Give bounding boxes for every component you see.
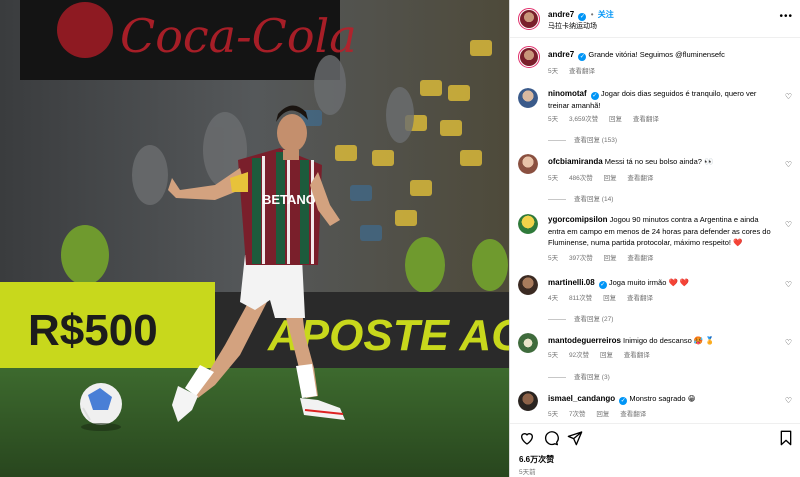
comment-text: Messi tá no seu bolso ainda? 👀: [604, 157, 714, 166]
like-comment-heart-icon[interactable]: ♡: [785, 160, 792, 169]
comment-time[interactable]: 5天: [548, 255, 558, 262]
comment-time[interactable]: 4天: [548, 295, 558, 302]
comment-item: mantodeguerreiros Inimigo do descanso 🥵 …: [510, 333, 800, 383]
comment-username[interactable]: mantodeguerreiros: [548, 336, 621, 345]
comment-likes[interactable]: 3,659次赞: [569, 116, 598, 123]
post-image: Coca-Cola R$500 APOSTE A BETANO: [0, 0, 509, 477]
like-comment-heart-icon[interactable]: ♡: [785, 338, 792, 347]
comment-username[interactable]: ninomotaf: [548, 89, 587, 98]
reply-button[interactable]: 回复: [604, 255, 617, 262]
verified-badge-icon: ✓: [578, 53, 587, 61]
comment-item: martinelli.08 ✓ Joga muito irmão ❤️ ❤️ 4…: [510, 275, 800, 325]
comment-avatar[interactable]: [518, 154, 538, 174]
more-options-icon[interactable]: •••: [779, 11, 793, 22]
comment-likes[interactable]: 92次赞: [569, 352, 589, 359]
follow-button[interactable]: 关注: [598, 10, 614, 19]
translate-link[interactable]: 查看翻译: [633, 116, 659, 123]
post-timestamp[interactable]: 5天前: [519, 466, 536, 476]
view-replies-button[interactable]: 查看回复 (3): [548, 371, 610, 381]
verified-badge-icon: ✓: [578, 13, 587, 21]
reply-button[interactable]: 回复: [604, 175, 617, 182]
comment-time[interactable]: 5天: [548, 411, 558, 418]
comment-likes[interactable]: 811次赞: [569, 295, 592, 302]
reply-button[interactable]: 回复: [603, 295, 616, 302]
post-likes-count[interactable]: 6.6万次赞: [519, 454, 554, 465]
location-link[interactable]: 马拉卡纳运动场: [548, 21, 597, 31]
post-photo[interactable]: Coca-Cola R$500 APOSTE A BETANO: [0, 0, 509, 477]
comment-username[interactable]: ofcbiamiranda: [548, 157, 603, 166]
comment-avatar[interactable]: [518, 88, 538, 108]
separator-dot: •: [590, 10, 594, 19]
verified-badge-icon: ✓: [619, 397, 628, 405]
ad-board-left: R$500: [28, 306, 158, 355]
reply-button[interactable]: 回复: [596, 411, 609, 418]
comment-bubble-icon[interactable]: [543, 430, 559, 446]
caption-time[interactable]: 5天: [548, 68, 558, 75]
comment-item: ninomotaf ✓ Jogar dois dias seguidos é t…: [510, 86, 800, 146]
caption: andre7 ✓ Grande vitória! Seguimos @flumi…: [510, 45, 800, 75]
reply-button[interactable]: 回复: [600, 352, 613, 359]
translate-link[interactable]: 查看翻译: [627, 295, 653, 302]
comment-avatar[interactable]: [518, 333, 538, 353]
comment-time[interactable]: 5天: [548, 175, 558, 182]
comment-text: Joga muito irmão ❤️ ❤️: [608, 278, 690, 287]
translate-link[interactable]: 查看翻译: [624, 352, 650, 359]
post-header: andre7 ✓ • 关注 马拉卡纳运动场 •••: [510, 0, 800, 38]
verified-badge-icon: ✓: [598, 281, 607, 289]
sponsor-text: BETANO: [262, 192, 316, 207]
comment-likes[interactable]: 397次赞: [569, 255, 593, 262]
comment-likes[interactable]: 486次赞: [569, 175, 593, 182]
translate-link[interactable]: 查看翻译: [627, 175, 653, 182]
comment-item: ofcbiamiranda Messi tá no seu bolso aind…: [510, 154, 800, 204]
comment-username[interactable]: martinelli.08: [548, 278, 595, 287]
caption-author[interactable]: andre7: [548, 50, 574, 59]
comment-item: ismael_candango ✓ Monstro sagrado 😁 5天 7…: [510, 391, 800, 421]
caption-text: Grande vitória! Seguimos @fluminensefc: [588, 50, 725, 59]
share-send-icon[interactable]: [567, 430, 583, 446]
post-actions: 6.6万次赞 5天前: [510, 423, 800, 477]
comment-text: Monstro sagrado 😁: [629, 394, 696, 403]
comment-time[interactable]: 5天: [548, 116, 558, 123]
comment-text: Inimigo do descanso 🥵 🏅: [623, 336, 715, 345]
comment-item: ygorcomipsilon Jogou 90 minutos contra a…: [510, 212, 800, 264]
comment-avatar[interactable]: [518, 275, 538, 295]
comment-time[interactable]: 5天: [548, 352, 558, 359]
comment-avatar[interactable]: [518, 214, 538, 234]
translate-link[interactable]: 查看翻译: [627, 255, 653, 262]
save-bookmark-icon[interactable]: [778, 430, 794, 446]
like-comment-heart-icon[interactable]: ♡: [785, 396, 792, 405]
reply-button[interactable]: 回复: [609, 116, 622, 123]
like-comment-heart-icon[interactable]: ♡: [785, 220, 792, 229]
banner-text: Coca-Cola: [120, 9, 357, 63]
post-modal: Coca-Cola R$500 APOSTE A BETANO andre7 ✓…: [0, 0, 800, 477]
caption-translate-link[interactable]: 查看翻译: [569, 68, 595, 75]
comment-username[interactable]: ygorcomipsilon: [548, 215, 608, 224]
translate-link[interactable]: 查看翻译: [620, 411, 646, 418]
verified-badge-icon: ✓: [590, 92, 599, 100]
comment-avatar[interactable]: [518, 391, 538, 411]
author-username[interactable]: andre7: [548, 10, 574, 19]
view-replies-label: 查看回复 (153): [574, 137, 617, 144]
view-replies-label: 查看回复 (3): [574, 374, 610, 381]
view-replies-label: 查看回复 (14): [574, 196, 614, 203]
author-avatar[interactable]: [518, 8, 540, 30]
caption-author-avatar[interactable]: [518, 46, 540, 68]
side-panel: andre7 ✓ • 关注 马拉卡纳运动场 ••• andre7 ✓ Grand…: [509, 0, 800, 477]
like-heart-icon[interactable]: [519, 430, 535, 446]
view-replies-label: 查看回复 (27): [574, 316, 614, 323]
view-replies-button[interactable]: 查看回复 (27): [548, 313, 613, 323]
like-comment-heart-icon[interactable]: ♡: [785, 92, 792, 101]
view-replies-button[interactable]: 查看回复 (14): [548, 193, 613, 203]
like-comment-heart-icon[interactable]: ♡: [785, 280, 792, 289]
comment-likes[interactable]: 7次赞: [569, 411, 586, 418]
comment-username[interactable]: ismael_candango: [548, 394, 615, 403]
view-replies-button[interactable]: 查看回复 (153): [548, 134, 617, 144]
